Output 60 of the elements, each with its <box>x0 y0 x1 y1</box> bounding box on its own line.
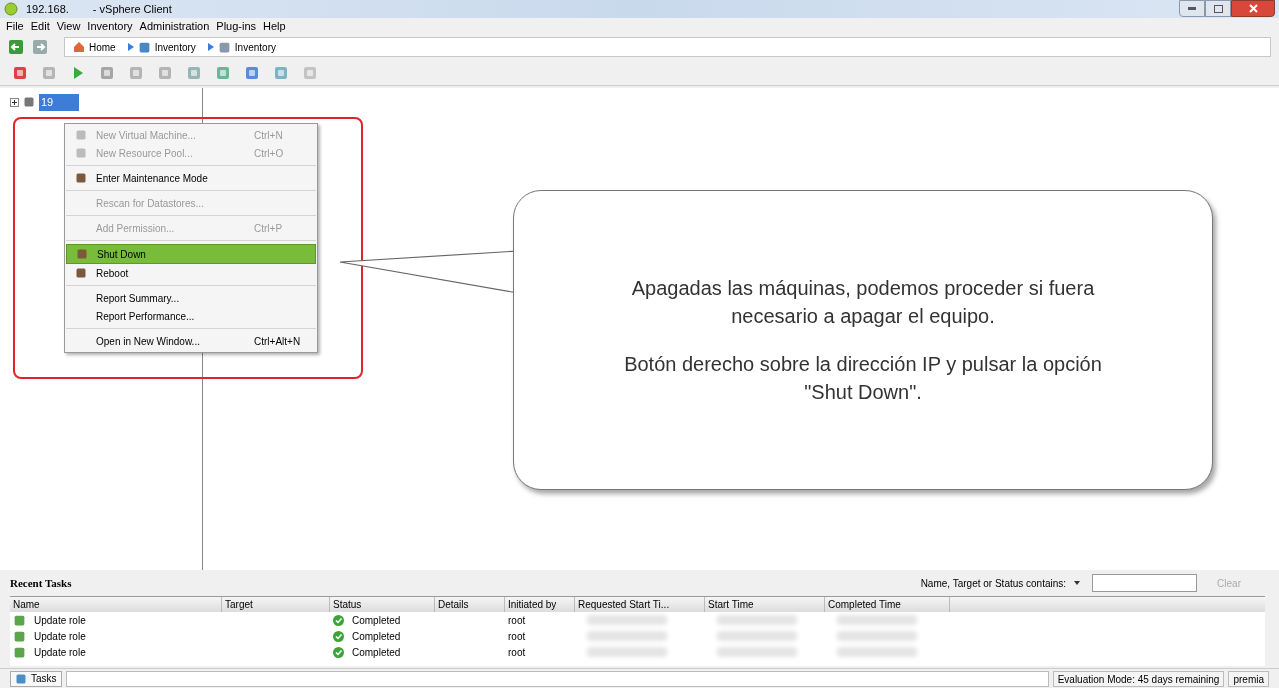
menu-option[interactable]: Shut Down <box>66 244 316 264</box>
stop-icon[interactable] <box>12 64 28 81</box>
table-cell-text: Update role <box>34 645 86 660</box>
menu-item[interactable]: Inventory <box>87 17 133 35</box>
filter-field[interactable] <box>1092 574 1198 592</box>
table-cell-text: Update role <box>34 629 86 644</box>
menu-option[interactable]: Report Performance... <box>66 307 316 329</box>
expand-icon[interactable] <box>10 97 19 107</box>
menu-option[interactable]: Report Summary... <box>66 289 316 307</box>
menu-item[interactable]: Edit <box>30 17 50 35</box>
table-cell-text: root <box>507 645 527 660</box>
column-header[interactable]: Start Time <box>705 597 825 612</box>
chevron-icon <box>207 43 214 51</box>
maximize-icon <box>1213 4 1223 13</box>
minimize-icon <box>1188 7 1196 10</box>
check-icon <box>333 630 344 642</box>
recent-tasks-title: Recent Tasks <box>10 575 72 591</box>
callout-text: Apagadas las máquinas, podemos proceder si fuera necesario a apagar el equipo. <box>630 276 1096 329</box>
close-icon <box>1248 4 1258 13</box>
column-header[interactable]: Completed Time <box>825 597 950 612</box>
breadcrumb-link[interactable]: Inventory <box>234 39 276 55</box>
home-icon <box>73 41 85 53</box>
close-button[interactable] <box>1231 0 1275 17</box>
column-header[interactable]: Requested Start Ti... <box>575 597 705 612</box>
menu-item[interactable]: File <box>6 17 24 35</box>
breadcrumb-link[interactable]: Home <box>89 39 116 55</box>
column-header[interactable]: Name <box>10 597 222 612</box>
evaluation-status: Evaluation Mode: 45 days remaining <box>1052 670 1225 687</box>
user-status: premia <box>1228 670 1269 687</box>
table-cell-text: Update role <box>34 613 86 628</box>
menu-item[interactable]: View <box>56 17 81 35</box>
column-header[interactable]: Details <box>435 597 505 612</box>
table-cell-text: root <box>507 613 527 628</box>
menu-item[interactable]: Plug-ins <box>216 17 257 35</box>
check-icon <box>333 646 344 658</box>
minimize-button[interactable] <box>1179 0 1205 17</box>
menu-item[interactable]: Administration <box>139 17 210 35</box>
menu-option[interactable]: Open in New Window... Ctrl+Alt+N <box>66 332 316 350</box>
chevron-icon <box>127 43 134 51</box>
window-title: - vSphere Client <box>92 1 172 17</box>
breadcrumb-link[interactable]: Inventory <box>154 39 196 55</box>
menu-option[interactable]: Enter Maintenance Mode <box>66 169 316 191</box>
table-cell-text: Completed <box>352 613 401 628</box>
check-icon <box>333 614 344 626</box>
menu-option[interactable]: Reboot <box>66 264 316 286</box>
filter-label[interactable]: Name, Target or Status contains: <box>920 575 1067 591</box>
table-cell-text: Completed <box>352 645 401 660</box>
column-header[interactable]: Status <box>330 597 435 612</box>
column-header[interactable]: Initiated by <box>505 597 575 612</box>
column-header[interactable]: Target <box>222 597 330 612</box>
tasks-tab[interactable]: Tasks <box>10 670 62 687</box>
menu-item[interactable]: Help <box>263 17 286 35</box>
dropdown-icon[interactable] <box>1074 581 1081 585</box>
table-cell-text: root <box>507 629 527 644</box>
table-cell-text: Completed <box>352 629 401 644</box>
tree-item[interactable]: 19 <box>39 94 79 111</box>
maximize-button[interactable] <box>1205 0 1231 17</box>
app-icon <box>4 2 18 16</box>
callout-text: Botón derecho sobre la dirección IP y pulsar la opción "Shut Down". <box>623 352 1103 405</box>
window-host: 192.168. <box>26 1 69 17</box>
